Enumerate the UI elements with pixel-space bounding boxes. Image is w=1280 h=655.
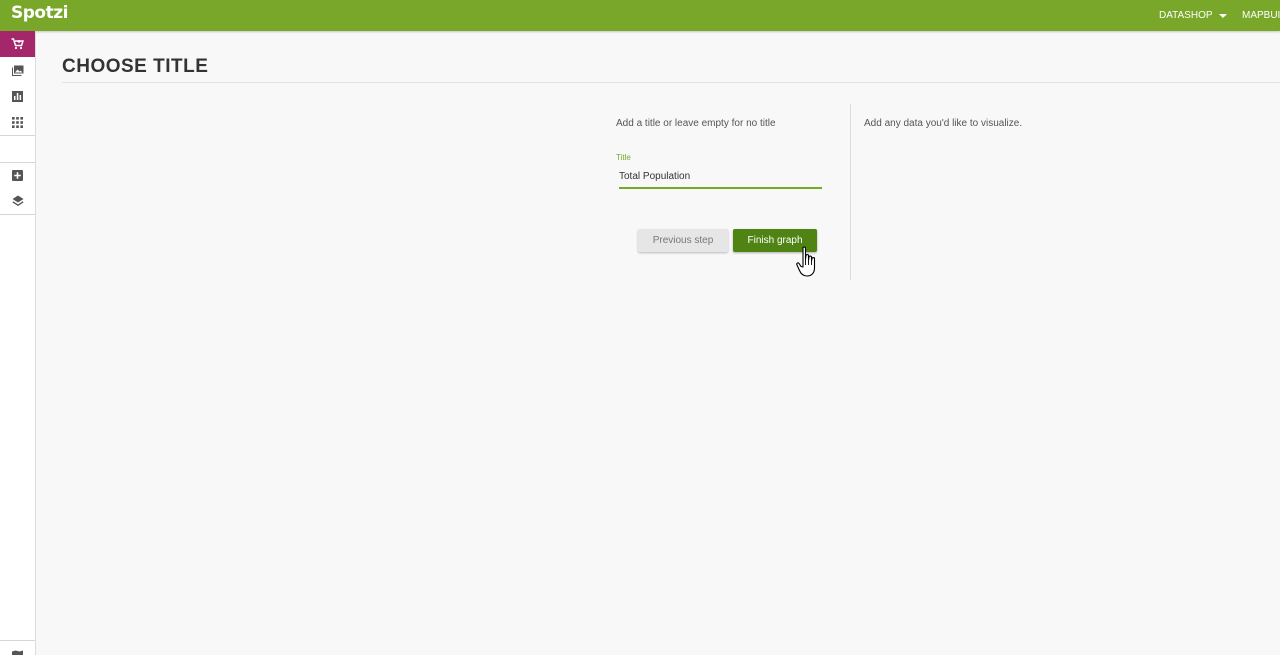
data-hint: Add any data you'd like to visualize.	[864, 118, 1023, 129]
image-icon	[11, 65, 23, 76]
sidebar-item-images[interactable]	[0, 57, 35, 83]
title-input[interactable]	[619, 166, 822, 189]
sidebar-item-add[interactable]	[0, 162, 35, 188]
sidebar-divider	[0, 214, 35, 215]
chevron-down-icon	[1218, 13, 1227, 18]
datashop-menu[interactable]: DATASHOP	[1159, 0, 1227, 31]
title-field-label: Title	[616, 153, 631, 162]
mapbuilder-label: MAPBUILDER	[1242, 10, 1280, 21]
bar-chart-icon	[12, 90, 23, 102]
map-icon	[12, 650, 23, 655]
layers-icon	[11, 195, 24, 206]
sidebar	[0, 31, 36, 655]
sidebar-item-datashop[interactable]	[0, 31, 35, 57]
add-box-icon	[12, 169, 23, 181]
panel-divider	[850, 104, 851, 280]
spotzi-logo[interactable]: Spotzi	[11, 3, 68, 23]
title-divider	[62, 82, 1280, 83]
datashop-label: DATASHOP	[1159, 10, 1213, 21]
hand-cursor-icon	[796, 246, 816, 277]
top-bar: Spotzi DATASHOP MAPBUILDER	[0, 0, 1280, 31]
sidebar-divider	[0, 135, 35, 136]
sidebar-item-map[interactable]	[0, 642, 35, 655]
previous-step-button[interactable]: Previous step	[638, 229, 728, 252]
mapbuilder-menu[interactable]: MAPBUILDER	[1242, 0, 1280, 31]
sidebar-item-charts[interactable]	[0, 83, 35, 109]
sidebar-item-layers[interactable]	[0, 188, 35, 214]
sidebar-divider	[0, 640, 35, 641]
cart-icon	[11, 38, 24, 50]
title-hint: Add a title or leave empty for no title	[616, 118, 776, 129]
page-title: CHOOSE TITLE	[62, 56, 209, 77]
grid-icon	[12, 116, 23, 128]
sidebar-item-apps[interactable]	[0, 109, 35, 135]
